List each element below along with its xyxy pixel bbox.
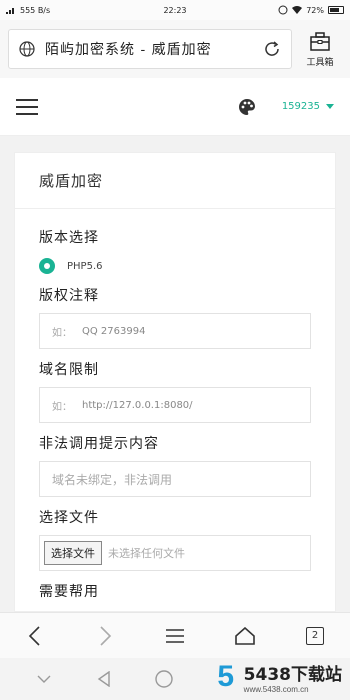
username: 159235 <box>281 101 320 112</box>
comment-label: 版权注释 <box>39 288 99 304</box>
card-title: 威盾加密 <box>39 172 104 190</box>
comment-placeholder-prefix: 如： <box>52 327 72 339</box>
circle-home-icon <box>155 670 173 688</box>
choose-file-button[interactable]: 选择文件 <box>44 541 102 565</box>
chevron-down-icon <box>37 675 51 683</box>
toolbox-button[interactable]: 工具箱 <box>298 31 342 68</box>
version-radio-option[interactable]: PHP5.6 <box>39 255 311 277</box>
domain-label: 域名限制 <box>39 362 99 378</box>
status-left: 555 B/s <box>6 6 126 15</box>
wifi-icon <box>292 6 303 14</box>
watermark-url: www.5438.com.cn <box>243 685 309 694</box>
version-option-label: PHP5.6 <box>67 260 103 272</box>
toolbox-icon <box>310 31 330 51</box>
domain-placeholder: http://127.0.0.1:8080/ <box>82 399 193 411</box>
signal-icon <box>6 8 14 14</box>
illegal-call-placeholder: 域名未绑定，非法调用 <box>52 472 173 487</box>
radio-checked-icon[interactable] <box>39 258 55 274</box>
triangle-back-icon <box>97 671 110 687</box>
watermark-name: 5438下载站 <box>243 665 342 685</box>
globe-icon <box>19 41 35 57</box>
next-section-label: 需要帮用 <box>39 584 99 600</box>
file-picker: 选择文件 未选择任何文件 <box>39 535 311 571</box>
home-icon <box>235 626 255 645</box>
clock: 22:23 <box>163 5 187 15</box>
status-right: 72% <box>224 5 344 15</box>
illegal-call-input[interactable]: 域名未绑定，非法调用 <box>39 461 311 497</box>
battery-percent: 72% <box>306 5 324 15</box>
card-header: 威盾加密 <box>15 153 335 209</box>
palette-icon[interactable] <box>238 98 256 116</box>
system-collapse-button[interactable] <box>14 675 74 683</box>
home-button[interactable] <box>230 621 260 651</box>
alarm-icon <box>278 5 288 15</box>
version-label: 版本选择 <box>39 230 99 246</box>
network-speed: 555 B/s <box>20 5 51 15</box>
menu-button[interactable] <box>160 621 190 651</box>
tabs-button[interactable]: 2 <box>300 621 330 651</box>
card-body: 版本选择 PHP5.6 版权注释 如： QQ 2763994 域名限制 如： h… <box>15 209 335 601</box>
file-status: 未选择任何文件 <box>108 547 185 560</box>
browser-bottom-nav: 2 <box>0 612 350 658</box>
watermark-text: 5438下载站 www.5438.com.cn <box>244 660 342 694</box>
status-bar: 555 B/s 22:23 72% <box>0 0 350 20</box>
hamburger-menu-icon[interactable] <box>16 98 38 115</box>
chevron-left-icon <box>28 625 40 646</box>
user-dropdown[interactable]: 159235 <box>282 101 334 112</box>
watermark: 5 5438下载站 www.5438.com.cn <box>212 660 342 694</box>
comment-input[interactable]: 如： QQ 2763994 <box>39 313 311 349</box>
menu-icon <box>166 628 184 643</box>
watermark-logo: 5 <box>217 660 235 693</box>
url-box[interactable]: 陌屿加密系统 - 威盾加密 <box>8 29 292 69</box>
file-label: 选择文件 <box>39 510 99 526</box>
back-button[interactable] <box>20 621 50 651</box>
caret-down-icon <box>326 104 334 109</box>
encrypt-card: 威盾加密 版本选择 PHP5.6 版权注释 如： QQ 2763994 域名限制… <box>14 152 336 612</box>
toolbox-label: 工具箱 <box>306 57 334 68</box>
page-title: 陌屿加密系统 - 威盾加密 <box>45 42 212 58</box>
battery-icon <box>328 6 344 14</box>
system-home-button[interactable] <box>134 670 194 688</box>
domain-input[interactable]: 如： http://127.0.0.1:8080/ <box>39 387 311 423</box>
reload-icon[interactable] <box>263 40 281 58</box>
tab-count: 2 <box>306 626 324 645</box>
comment-placeholder: QQ 2763994 <box>82 325 146 337</box>
site-header: 159235 <box>0 78 350 136</box>
domain-placeholder-prefix: 如： <box>52 401 72 413</box>
chevron-right-icon <box>100 625 112 646</box>
system-back-button[interactable] <box>74 671 134 687</box>
forward-button[interactable] <box>90 621 120 651</box>
browser-address-bar: 陌屿加密系统 - 威盾加密 工具箱 <box>0 20 350 78</box>
illegal-call-label: 非法调用提示内容 <box>39 436 159 452</box>
